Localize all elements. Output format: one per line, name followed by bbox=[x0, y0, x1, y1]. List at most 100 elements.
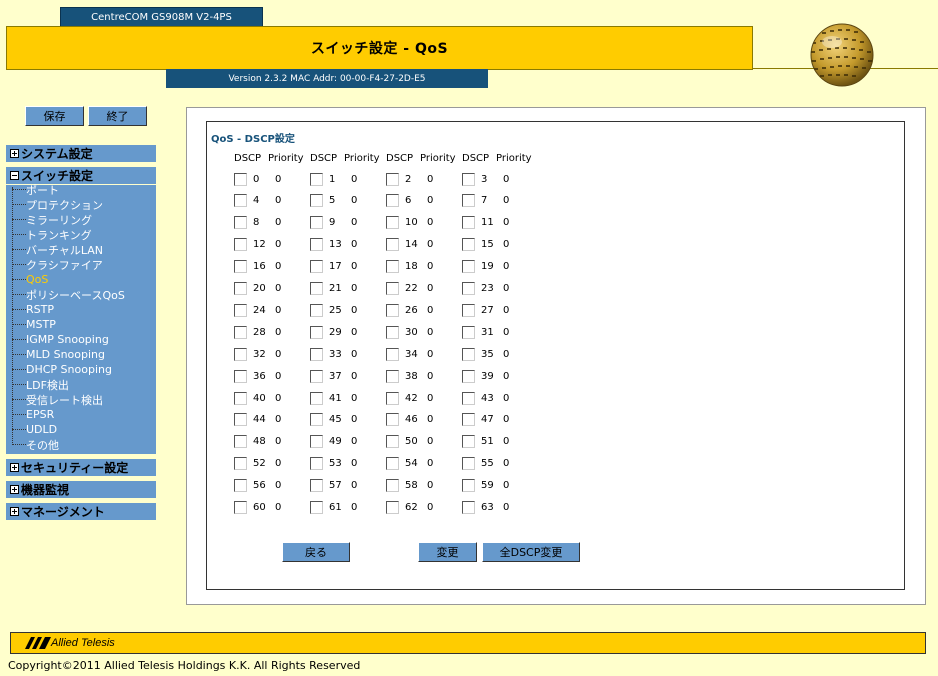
priority-value: 0 bbox=[427, 195, 434, 207]
dscp-checkbox[interactable] bbox=[386, 369, 399, 383]
dscp-checkbox[interactable] bbox=[462, 325, 475, 339]
dscp-checkbox[interactable] bbox=[462, 391, 475, 405]
dscp-checkbox[interactable] bbox=[462, 369, 475, 383]
dscp-checkbox[interactable] bbox=[310, 435, 323, 449]
dscp-checkbox[interactable] bbox=[234, 391, 247, 405]
dscp-checkbox[interactable] bbox=[386, 479, 399, 493]
dscp-checkbox[interactable] bbox=[234, 238, 247, 252]
dscp-checkbox[interactable] bbox=[386, 413, 399, 427]
dscp-checkbox[interactable] bbox=[462, 282, 475, 295]
back-button[interactable]: 戻る bbox=[282, 542, 350, 562]
dscp-checkbox[interactable] bbox=[462, 194, 475, 208]
submenu-item[interactable]: LDF検出 bbox=[12, 377, 152, 392]
dscp-checkbox[interactable] bbox=[462, 501, 475, 514]
dscp-checkbox[interactable] bbox=[386, 391, 399, 405]
dscp-checkbox[interactable] bbox=[386, 194, 399, 208]
dscp-checkbox[interactable] bbox=[310, 501, 323, 514]
submenu-item[interactable]: EPSR bbox=[12, 407, 152, 422]
dscp-checkbox[interactable] bbox=[386, 347, 399, 361]
submenu-item[interactable]: その他 bbox=[12, 437, 152, 452]
dscp-checkbox[interactable] bbox=[234, 282, 247, 295]
submenu-item[interactable]: トランキング bbox=[12, 227, 152, 242]
dscp-checkbox[interactable] bbox=[386, 282, 399, 295]
dscp-checkbox[interactable] bbox=[386, 457, 399, 471]
dscp-checkbox[interactable] bbox=[234, 369, 247, 383]
submenu-item[interactable]: ポリシーベースQoS bbox=[12, 287, 152, 302]
submenu-item[interactable]: 受信レート検出 bbox=[12, 392, 152, 407]
dscp-checkbox[interactable] bbox=[386, 238, 399, 252]
submenu-item[interactable]: QoS bbox=[12, 272, 152, 287]
menu-security-settings[interactable]: セキュリティー設定 bbox=[6, 459, 156, 476]
dscp-checkbox[interactable] bbox=[234, 347, 247, 361]
dscp-checkbox[interactable] bbox=[310, 238, 323, 252]
dscp-checkbox[interactable] bbox=[310, 347, 323, 361]
dscp-checkbox[interactable] bbox=[310, 479, 323, 493]
submenu-item[interactable]: UDLD bbox=[12, 422, 152, 437]
priority-value: 0 bbox=[351, 195, 358, 207]
dscp-checkbox[interactable] bbox=[310, 194, 323, 208]
tree-branch bbox=[12, 264, 26, 265]
dscp-checkbox[interactable] bbox=[462, 479, 475, 493]
menu-device-monitor[interactable]: 機器監視 bbox=[6, 481, 156, 498]
submenu-item[interactable]: プロテクション bbox=[12, 197, 152, 212]
submenu-item[interactable]: ポート bbox=[12, 182, 152, 197]
dscp-checkbox[interactable] bbox=[234, 194, 247, 208]
dscp-checkbox[interactable] bbox=[386, 172, 399, 186]
dscp-checkbox[interactable] bbox=[386, 435, 399, 449]
menu-system-settings[interactable]: システム設定 bbox=[6, 145, 156, 162]
dscp-checkbox[interactable] bbox=[234, 172, 247, 186]
submenu-item[interactable]: RSTP bbox=[12, 302, 152, 317]
dscp-checkbox[interactable] bbox=[234, 216, 247, 230]
priority-value: 0 bbox=[503, 480, 510, 492]
dscp-checkbox[interactable] bbox=[310, 391, 323, 405]
exit-button[interactable]: 終了 bbox=[88, 106, 147, 126]
dscp-checkbox[interactable] bbox=[386, 303, 399, 317]
submenu-item[interactable]: DHCP Snooping bbox=[12, 362, 152, 377]
dscp-checkbox[interactable] bbox=[462, 260, 475, 274]
dscp-checkbox[interactable] bbox=[310, 369, 323, 383]
dscp-checkbox[interactable] bbox=[234, 325, 247, 339]
submenu-item[interactable]: クラシファイア bbox=[12, 257, 152, 272]
dscp-checkbox[interactable] bbox=[234, 260, 247, 274]
submenu-item[interactable]: バーチャルLAN bbox=[12, 242, 152, 257]
submenu-item[interactable]: MLD Snooping bbox=[12, 347, 152, 362]
dscp-checkbox[interactable] bbox=[310, 325, 323, 339]
save-button[interactable]: 保存 bbox=[25, 106, 84, 126]
dscp-checkbox[interactable] bbox=[234, 457, 247, 471]
column-header-priority: Priority bbox=[496, 153, 532, 164]
submenu-item[interactable]: MSTP bbox=[12, 317, 152, 332]
change-all-dscp-button[interactable]: 全DSCP変更 bbox=[482, 542, 580, 562]
dscp-checkbox[interactable] bbox=[234, 435, 247, 449]
submenu-item[interactable]: ミラーリング bbox=[12, 212, 152, 227]
dscp-checkbox[interactable] bbox=[386, 501, 399, 514]
dscp-checkbox[interactable] bbox=[310, 260, 323, 274]
tree-branch bbox=[12, 189, 26, 190]
dscp-checkbox[interactable] bbox=[462, 172, 475, 186]
dscp-checkbox[interactable] bbox=[234, 501, 247, 514]
menu-management[interactable]: マネージメント bbox=[6, 503, 156, 520]
dscp-checkbox[interactable] bbox=[462, 303, 475, 317]
dscp-checkbox[interactable] bbox=[310, 282, 323, 295]
dscp-checkbox[interactable] bbox=[462, 457, 475, 471]
dscp-checkbox[interactable] bbox=[310, 172, 323, 186]
dscp-checkbox[interactable] bbox=[234, 413, 247, 427]
dscp-checkbox[interactable] bbox=[462, 216, 475, 230]
dscp-checkbox[interactable] bbox=[234, 479, 247, 493]
submenu-item-label: ポート bbox=[26, 183, 59, 197]
dscp-checkbox[interactable] bbox=[462, 238, 475, 252]
change-button[interactable]: 変更 bbox=[418, 542, 477, 562]
dscp-checkbox[interactable] bbox=[234, 303, 247, 317]
dscp-checkbox[interactable] bbox=[310, 216, 323, 230]
dscp-checkbox[interactable] bbox=[386, 325, 399, 339]
submenu-item[interactable]: IGMP Snooping bbox=[12, 332, 152, 347]
dscp-checkbox[interactable] bbox=[310, 303, 323, 317]
dscp-checkbox[interactable] bbox=[386, 216, 399, 230]
dscp-value: 41 bbox=[329, 392, 342, 404]
dscp-entry: 13 0 bbox=[310, 238, 357, 252]
dscp-checkbox[interactable] bbox=[310, 413, 323, 427]
dscp-checkbox[interactable] bbox=[462, 347, 475, 361]
dscp-checkbox[interactable] bbox=[310, 457, 323, 471]
dscp-checkbox[interactable] bbox=[386, 260, 399, 274]
dscp-checkbox[interactable] bbox=[462, 435, 475, 449]
dscp-checkbox[interactable] bbox=[462, 413, 475, 427]
